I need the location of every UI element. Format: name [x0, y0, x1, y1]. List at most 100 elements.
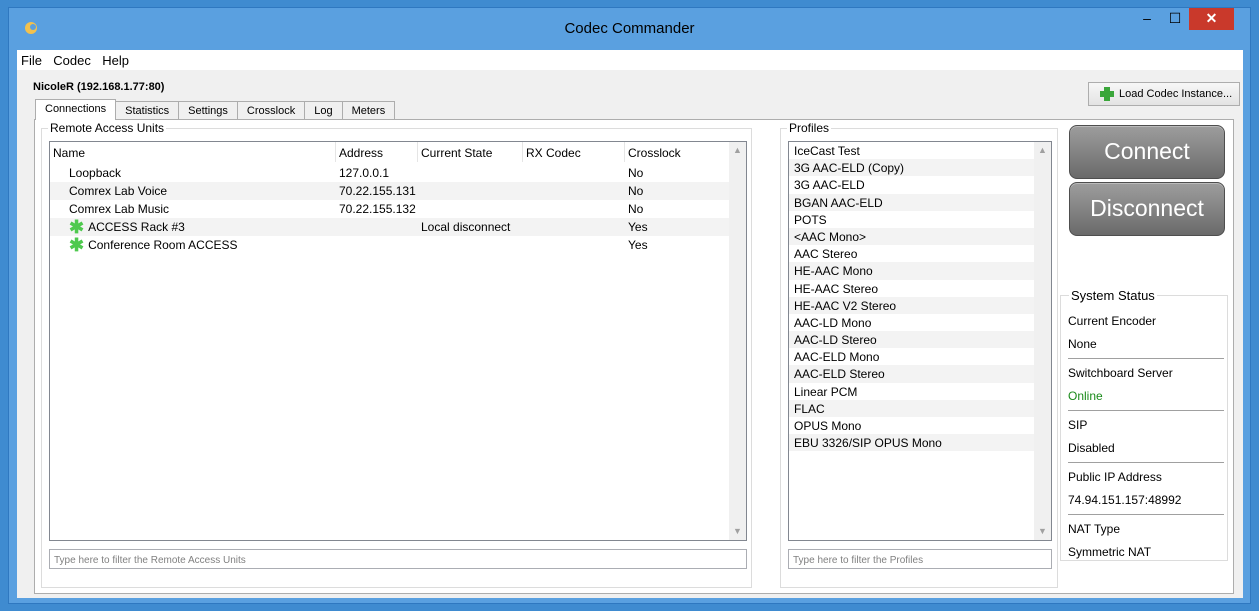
scroll-down-icon[interactable]: ▼ [1034, 523, 1051, 540]
rau-scrollbar[interactable]: ▲ ▼ [729, 142, 746, 540]
window-title: Codec Commander [564, 20, 695, 37]
green-asterisk-icon: ✱ [69, 217, 85, 237]
profiles-filter-input[interactable]: Type here to filter the Profiles [788, 549, 1052, 569]
maximize-button[interactable]: ☐ [1161, 8, 1189, 30]
profiles-label: Profiles [787, 121, 832, 135]
list-item[interactable]: Linear PCM [789, 383, 1036, 400]
sip-label: SIP [1068, 418, 1088, 432]
column-address[interactable]: Address [336, 142, 418, 162]
tab-crosslock[interactable]: Crosslock [236, 101, 306, 119]
row-crosslock: No [628, 166, 644, 180]
nat-type-value: Symmetric NAT [1068, 545, 1152, 559]
divider [1068, 514, 1224, 515]
divider [1068, 358, 1224, 359]
load-codec-instance-label: Load Codec Instance... [1119, 88, 1233, 100]
list-item[interactable]: HE-AAC V2 Stereo [789, 296, 1036, 314]
list-item[interactable]: AAC-ELD Stereo [789, 365, 1036, 383]
row-name: Comrex Lab Voice [69, 184, 168, 198]
list-item[interactable]: 3G AAC-ELD [789, 176, 1036, 193]
remote-access-units-group: Remote Access Units Name Address Current… [41, 121, 752, 588]
client-area: File Codec Help NicoleR (192.168.1.77:80… [17, 50, 1243, 598]
sip-value: Disabled [1068, 441, 1115, 455]
list-item[interactable]: AAC-LD Mono [789, 314, 1036, 331]
list-item[interactable]: 3G AAC-ELD (Copy) [789, 159, 1036, 177]
green-asterisk-icon: ✱ [69, 235, 85, 255]
profiles-group: Profiles IceCast Test 3G AAC-ELD (Copy) … [780, 121, 1058, 588]
table-row[interactable]: ✱ Conference Room ACCESS Yes [50, 236, 730, 254]
row-name: ✱ Conference Room ACCESS [69, 235, 238, 255]
column-current-state[interactable]: Current State [418, 142, 523, 162]
list-header: Name Address Current State RX Codec Cros… [50, 142, 730, 162]
list-item[interactable]: HE-AAC Mono [789, 262, 1036, 280]
column-crosslock[interactable]: Crosslock [625, 142, 730, 162]
system-status-label: System Status [1069, 288, 1157, 303]
table-row[interactable]: ✱ ACCESS Rack #3 Local disconnect Yes [50, 218, 730, 236]
table-row[interactable]: Loopback 127.0.0.1 No [50, 164, 730, 182]
remote-access-units-label: Remote Access Units [48, 121, 167, 135]
scroll-up-icon[interactable]: ▲ [729, 142, 746, 159]
row-crosslock: Yes [628, 238, 648, 252]
switchboard-server-label: Switchboard Server [1068, 366, 1173, 380]
minimize-button[interactable]: – [1133, 8, 1161, 30]
profiles-list[interactable]: IceCast Test 3G AAC-ELD (Copy) 3G AAC-EL… [788, 141, 1052, 541]
public-ip-label: Public IP Address [1068, 470, 1162, 484]
tab-meters[interactable]: Meters [341, 101, 396, 119]
row-address: 70.22.155.132 [339, 202, 416, 216]
remote-access-units-rows: Loopback 127.0.0.1 No Comrex Lab Voice 7… [50, 164, 730, 254]
tab-bar: Connections Statistics Settings Crossloc… [35, 99, 396, 120]
row-crosslock: No [628, 184, 644, 198]
profiles-scrollbar[interactable]: ▲ ▼ [1034, 142, 1051, 540]
nat-type-label: NAT Type [1068, 522, 1121, 536]
list-item[interactable]: FLAC [789, 399, 1036, 417]
profiles-rows: IceCast Test 3G AAC-ELD (Copy) 3G AAC-EL… [789, 142, 1036, 452]
connect-button[interactable]: Connect [1069, 125, 1225, 179]
app-window: Codec Commander – ☐ ✕ File Codec Help Ni… [8, 7, 1251, 604]
host-label: NicoleR (192.168.1.77:80) [33, 81, 165, 93]
disconnect-button[interactable]: Disconnect [1069, 182, 1225, 236]
tab-log[interactable]: Log [304, 101, 343, 119]
menu-bar: File Codec Help [17, 50, 1243, 70]
tab-connections[interactable]: Connections [35, 99, 117, 120]
list-item[interactable]: AAC-LD Stereo [789, 331, 1036, 349]
system-status-group: System Status Current Encoder None Switc… [1060, 288, 1228, 561]
current-encoder-value: None [1068, 337, 1097, 351]
rau-filter-input[interactable]: Type here to filter the Remote Access Un… [49, 549, 747, 569]
row-crosslock: No [628, 202, 644, 216]
close-button[interactable]: ✕ [1189, 8, 1234, 30]
row-crosslock: Yes [628, 220, 648, 234]
list-item[interactable]: BGAN AAC-ELD [789, 193, 1036, 211]
scroll-up-icon[interactable]: ▲ [1034, 142, 1051, 159]
load-codec-instance-button[interactable]: Load Codec Instance... [1088, 82, 1240, 106]
row-state: Local disconnect [421, 220, 511, 234]
row-name: Comrex Lab Music [69, 202, 170, 216]
connections-page: Remote Access Units Name Address Current… [34, 119, 1234, 594]
column-rx-codec[interactable]: RX Codec [523, 142, 625, 162]
plus-icon [1100, 87, 1114, 101]
row-name: Loopback [69, 166, 122, 180]
list-item[interactable]: EBU 3326/SIP OPUS Mono [789, 434, 1036, 452]
remote-access-units-list[interactable]: Name Address Current State RX Codec Cros… [49, 141, 747, 541]
divider [1068, 410, 1224, 411]
scroll-down-icon[interactable]: ▼ [729, 523, 746, 540]
column-name[interactable]: Name [50, 142, 336, 162]
list-item[interactable]: OPUS Mono [789, 417, 1036, 434]
table-row[interactable]: Comrex Lab Music 70.22.155.132 No [50, 200, 730, 218]
list-item[interactable]: POTS [789, 211, 1036, 228]
list-item[interactable]: IceCast Test [789, 142, 1036, 159]
menu-file[interactable]: File [17, 50, 46, 68]
menu-codec[interactable]: Codec [49, 50, 95, 68]
list-item[interactable]: HE-AAC Stereo [789, 280, 1036, 297]
current-encoder-label: Current Encoder [1068, 314, 1157, 328]
list-item[interactable]: AAC Stereo [789, 245, 1036, 262]
tab-statistics[interactable]: Statistics [115, 101, 180, 119]
title-bar[interactable]: Codec Commander – ☐ ✕ [9, 8, 1250, 50]
list-item[interactable]: <AAC Mono> [789, 227, 1036, 246]
row-name: ✱ ACCESS Rack #3 [69, 217, 185, 237]
row-address: 70.22.155.131 [339, 184, 416, 198]
menu-help[interactable]: Help [98, 50, 133, 68]
public-ip-value: 74.94.151.157:48992 [1068, 493, 1182, 507]
table-row[interactable]: Comrex Lab Voice 70.22.155.131 No [50, 182, 730, 200]
list-item[interactable]: AAC-ELD Mono [789, 348, 1036, 365]
tab-settings[interactable]: Settings [178, 101, 238, 119]
row-address: 127.0.0.1 [339, 166, 390, 180]
